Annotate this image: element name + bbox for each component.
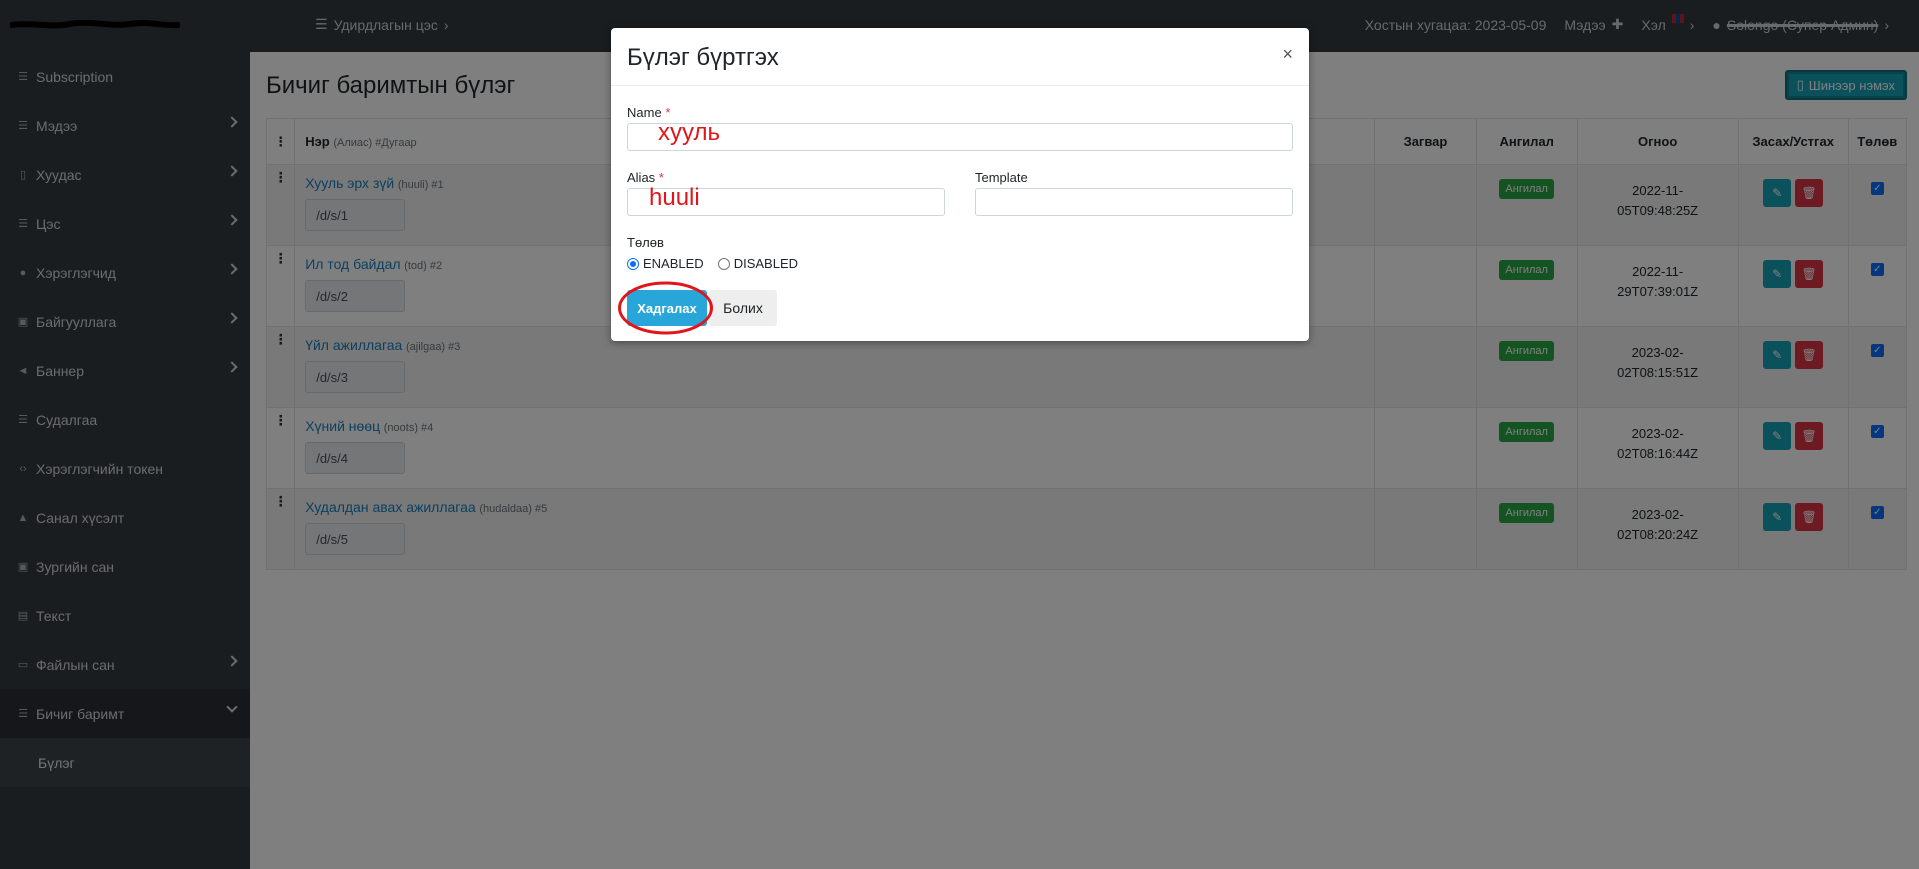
modal-header: Бүлэг бүртгэх ×	[611, 28, 1309, 86]
group-register-modal: Бүлэг бүртгэх × Name * хууль Alias * huu…	[611, 28, 1309, 341]
status-radio-group: ENABLED DISABLED	[627, 256, 798, 271]
name-typed-value: хууль	[658, 119, 720, 146]
alias-label-text: Alias	[627, 170, 656, 185]
highlight-circle-annotation	[618, 281, 713, 335]
status-disabled-radio[interactable]: DISABLED	[717, 256, 799, 271]
alias-field-label: Alias *	[627, 170, 664, 185]
radio-selected-icon	[627, 257, 639, 270]
radio-label: DISABLED	[733, 256, 799, 271]
name-field-label: Name *	[627, 105, 670, 120]
template-field-label: Template	[975, 170, 1028, 185]
required-mark: *	[665, 105, 671, 120]
status-enabled-radio[interactable]: ENABLED	[627, 256, 704, 271]
modal-title: Бүлэг бүртгэх	[627, 44, 779, 71]
radio-unselected-icon	[717, 257, 730, 270]
radio-label: ENABLED	[643, 256, 704, 271]
close-icon[interactable]: ×	[1282, 44, 1293, 65]
status-field-label: Төлөв	[627, 235, 664, 250]
alias-typed-value: huuli	[649, 184, 700, 211]
required-mark: *	[658, 170, 664, 185]
name-label-text: Name	[627, 105, 662, 120]
cancel-button[interactable]: Болих	[709, 290, 777, 326]
template-input[interactable]	[975, 188, 1293, 216]
name-input[interactable]	[627, 123, 1293, 151]
